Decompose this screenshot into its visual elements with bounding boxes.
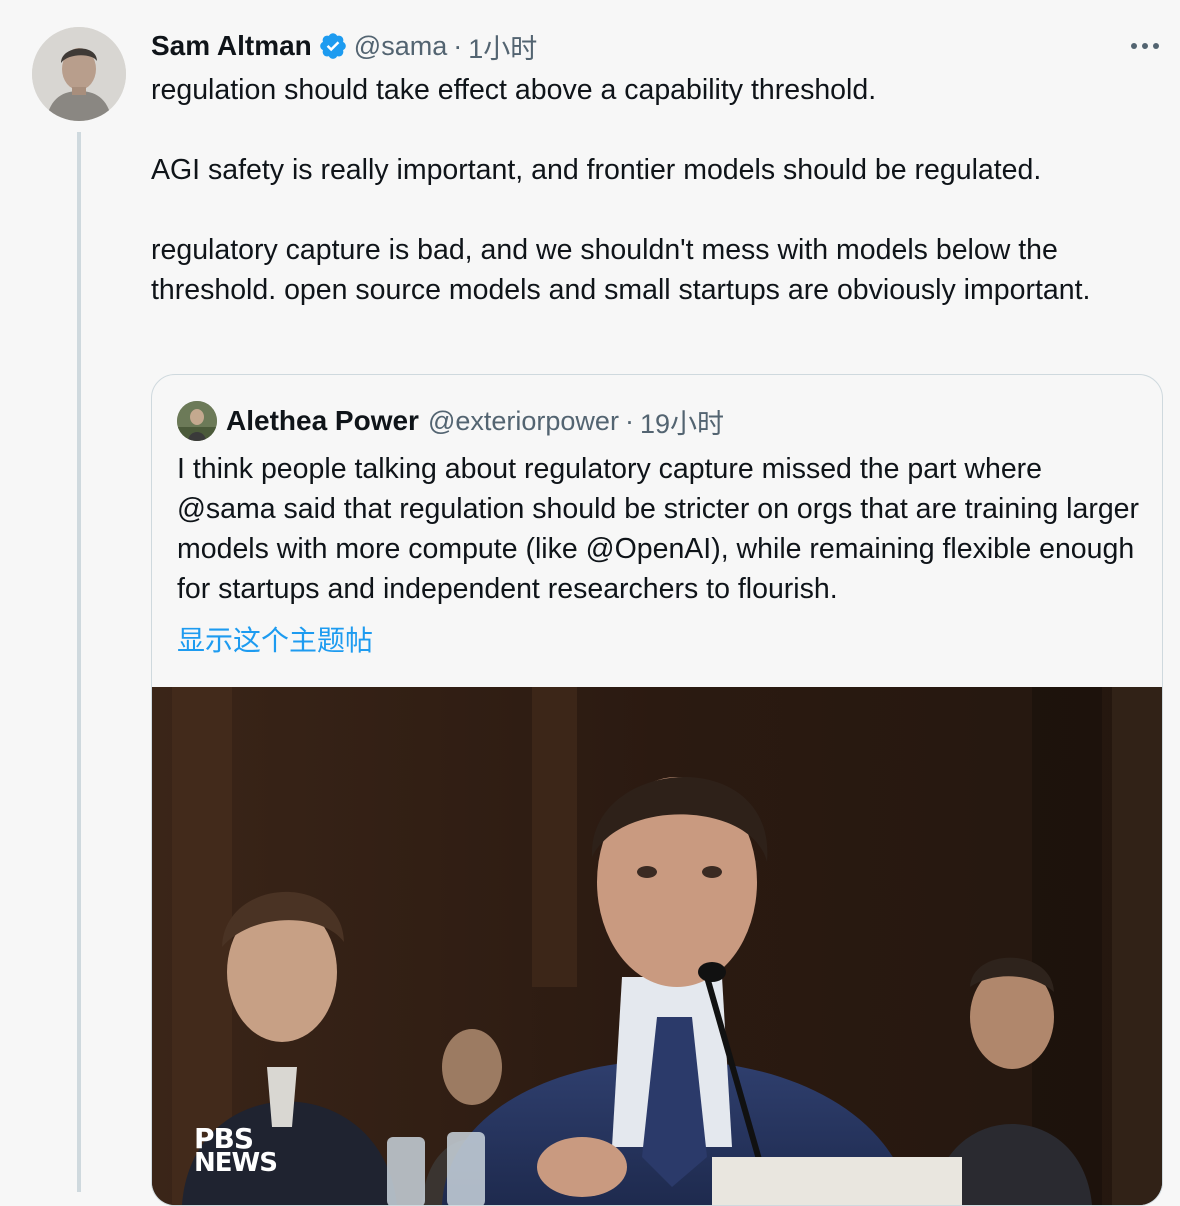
- show-thread-link[interactable]: 显示这个主题帖: [177, 619, 373, 659]
- tweet[interactable]: Sam Altman @sama · 1小时 regulation should…: [0, 0, 1180, 1206]
- tweet-header: Sam Altman @sama · 1小时: [151, 28, 537, 64]
- author-handle[interactable]: @sama: [354, 31, 447, 62]
- pbs-news-logo: PBS NEWS: [194, 1122, 278, 1178]
- tweet-body: regulation should take effect above a ca…: [151, 70, 1161, 310]
- quoted-author-handle[interactable]: @exteriorpower: [428, 406, 619, 437]
- author-avatar[interactable]: [32, 27, 126, 121]
- quoted-tweet-header: Alethea Power @exteriorpower · 19小时: [177, 401, 724, 441]
- quoted-author-avatar[interactable]: [177, 401, 217, 441]
- tweet-paragraph: AGI safety is really important, and fron…: [151, 154, 1042, 186]
- quoted-author-name[interactable]: Alethea Power: [226, 405, 419, 437]
- quoted-tweet-video-thumbnail[interactable]: [152, 687, 1162, 1205]
- tweet-paragraph: regulation should take effect above a ca…: [151, 74, 877, 106]
- quoted-header-separator: ·: [624, 405, 634, 436]
- author-name[interactable]: Sam Altman: [151, 30, 312, 62]
- tweet-paragraph: regulatory capture is bad, and we should…: [151, 234, 1091, 306]
- quoted-tweet-timestamp[interactable]: 19小时: [640, 402, 724, 441]
- verified-badge-icon[interactable]: [318, 31, 348, 61]
- quoted-tweet-text: I think people talking about regulatory …: [177, 453, 1140, 605]
- tweet-timestamp[interactable]: 1小时: [468, 27, 537, 66]
- more-options-icon[interactable]: [1128, 34, 1162, 58]
- header-separator: ·: [453, 30, 463, 61]
- thread-connector-line: [77, 132, 81, 1192]
- quoted-tweet-card[interactable]: Alethea Power @exteriorpower · 19小时 I th…: [151, 374, 1163, 1206]
